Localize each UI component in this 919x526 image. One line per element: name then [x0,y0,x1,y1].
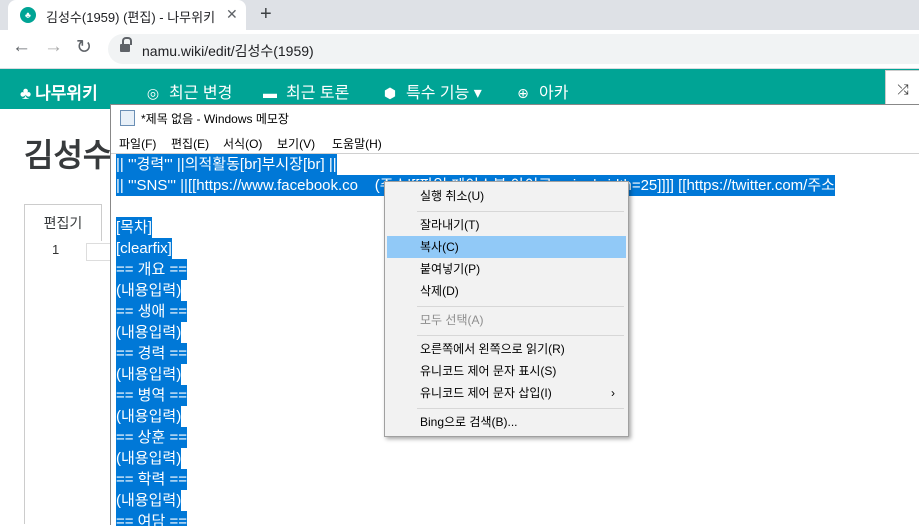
namuwiki-logo-icon: ♣ [20,84,32,103]
nav-recent-discussions[interactable]: ▬ 최근 토론 [262,79,349,103]
address-bar[interactable]: namu.wiki/edit/김성수(1959) [108,34,919,64]
notepad-icon [120,110,135,126]
nav-special-functions[interactable]: ⬢ 특수 기능 ▾ [382,79,482,103]
nav-arca[interactable]: ⊕ 아카 [515,79,568,103]
context-menu: 실행 취소(U) 잘라내기(T) 복사(C) 붙여넣기(P) 삭제(D) 모두 … [384,181,629,437]
menu-separator [417,335,624,336]
text-line: (내용입력) [116,406,182,427]
menu-separator [417,211,624,212]
namuwiki-favicon-icon: ♣ [20,7,36,23]
text-line: == 학력 == [116,469,187,490]
page-title: 김성수 [24,137,113,173]
ctx-paste[interactable]: 붙여넣기(P) [387,258,626,280]
reload-button[interactable]: ↻ [76,36,92,59]
text-line: (내용입력) [116,490,182,511]
comment-icon: ▬ [263,85,277,101]
nav-recent-changes[interactable]: ◎ 최근 변경 [145,79,232,103]
lock-icon [120,37,132,52]
ctx-delete[interactable]: 삭제(D) [387,280,626,302]
menu-format[interactable]: 서식(O) [223,135,262,152]
text-line: == 경력 == [116,343,187,364]
submenu-arrow-icon: › [611,386,615,400]
namuwiki-logo[interactable]: ♣ 나무위키 [20,79,98,104]
text-line: (내용입력) [116,280,182,301]
line-number: 1 [52,242,60,257]
browser-tab-strip: ♣ 김성수(1959) (편집) - 나무위키 ✕ + [0,0,919,30]
ctx-cut[interactable]: 잘라내기(T) [387,214,626,236]
ctx-show-unicode[interactable]: 유니코드 제어 문자 표시(S) [387,360,626,382]
ctx-undo[interactable]: 실행 취소(U) [387,185,626,207]
text-line: (내용입력) [116,322,182,343]
new-tab-button[interactable]: + [260,3,272,26]
close-tab-icon[interactable]: ✕ [226,6,238,23]
menu-separator [417,306,624,307]
text-line: == 생애 == [116,301,187,322]
text-line: || '''경력''' ||의적활동[br]부시장[br] || [116,154,337,175]
shuffle-icon: ⤮ [897,81,909,97]
text-line: == 개요 == [116,259,187,280]
ctx-bing-search[interactable]: Bing으로 검색(B)... [387,411,626,433]
menu-separator [417,408,624,409]
tab-title: 김성수(1959) (편집) - 나무위키 [46,10,216,25]
ctx-select-all[interactable]: 모두 선택(A) [387,309,626,331]
browser-tab[interactable]: ♣ 김성수(1959) (편집) - 나무위키 ✕ [8,0,246,30]
text-line: [clearfix] [116,238,172,259]
arca-icon: ⊕ [517,85,529,101]
editor-border [24,240,25,524]
ctx-rtl-reading[interactable]: 오른쪽에서 왼쪽으로 읽기(R) [387,338,626,360]
ctx-copy[interactable]: 복사(C) [387,236,626,258]
text-line: [목차] [116,217,152,238]
text-line: (내용입력) [116,364,182,385]
tab-editor[interactable]: 편집기 [24,204,102,241]
compass-icon: ◎ [146,85,160,101]
random-page-button[interactable]: ⤮ [885,70,919,108]
text-line: (내용입력) [116,448,182,469]
forward-button[interactable]: → [44,36,63,58]
notepad-menubar: 파일(F) 편집(E) 서식(O) 보기(V) 도움말(H) [111,132,919,152]
url-text: namu.wiki/edit/김성수(1959) [142,43,314,59]
menu-help[interactable]: 도움말(H) [332,135,382,152]
notepad-titlebar[interactable]: *제목 없음 - Windows 메모장 [111,105,919,130]
menu-file[interactable]: 파일(F) [119,135,156,152]
browser-toolbar: ← → ↻ namu.wiki/edit/김성수(1959) [0,30,919,69]
text-line: == 병역 == [116,385,187,406]
namuwiki-navbar: ♣ 나무위키 ◎ 최근 변경 ▬ 최근 토론 ⬢ 특수 기능 ▾ ⊕ 아카 ⤮ [0,69,919,109]
notepad-title: *제목 없음 - Windows 메모장 [141,112,289,126]
text-line: == 상훈 == [116,427,187,448]
ctx-insert-unicode[interactable]: 유니코드 제어 문자 삽입(I) › [387,382,626,404]
back-button[interactable]: ← [12,36,31,58]
cube-icon: ⬢ [383,85,397,101]
menu-view[interactable]: 보기(V) [277,135,315,152]
menu-edit[interactable]: 편집(E) [171,135,209,152]
